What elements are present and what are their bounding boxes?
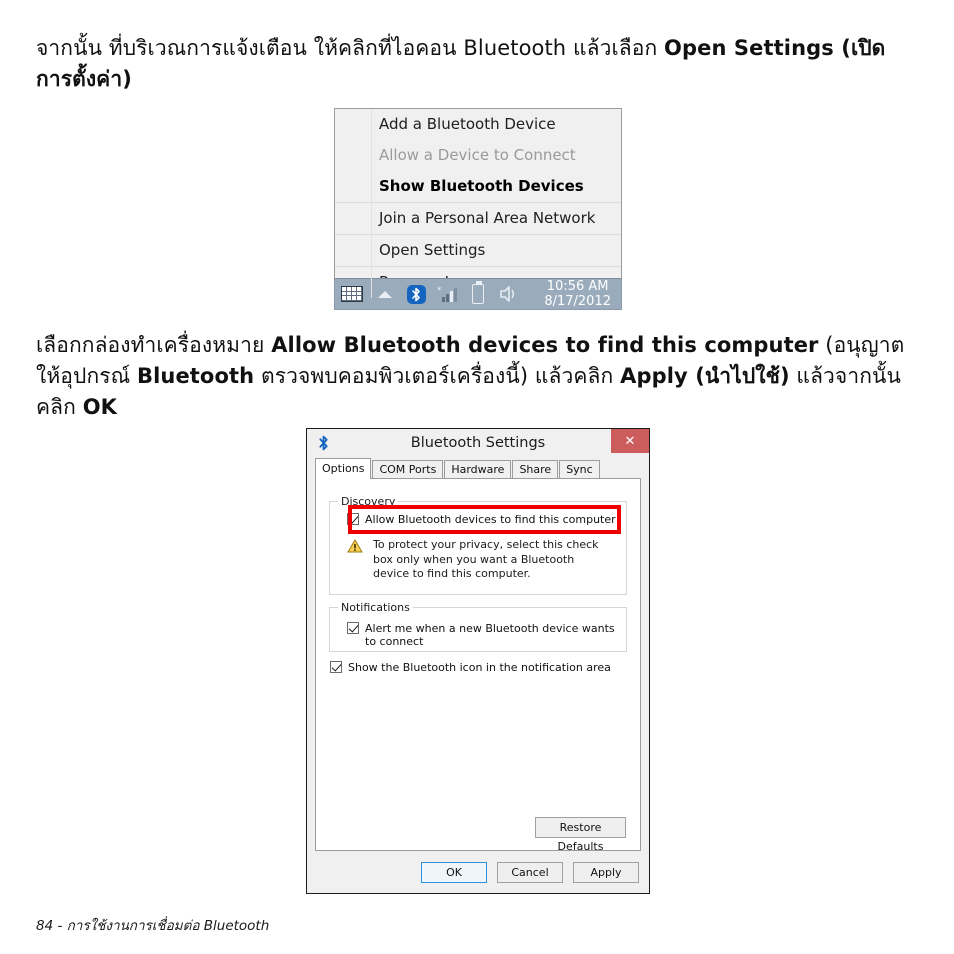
menu-item-join-personal-area-network[interactable]: Join a Personal Area Network bbox=[335, 203, 621, 234]
taskbar-clock[interactable]: 10:56 AM 8/17/2012 bbox=[544, 279, 621, 309]
notifications-group: Notifications Alert me when a new Blueto… bbox=[329, 601, 627, 652]
ok-button[interactable]: OK bbox=[421, 861, 487, 883]
menu-item-show-bluetooth-devices[interactable]: Show Bluetooth Devices bbox=[335, 171, 621, 202]
privacy-warning-text: To protect your privacy, select this che… bbox=[373, 538, 599, 580]
alert-new-device-label: Alert me when a new Bluetooth device wan… bbox=[365, 622, 615, 648]
clock-time: 10:56 AM bbox=[546, 279, 609, 294]
network-signal-icon[interactable]: * bbox=[431, 278, 463, 310]
checkbox-icon[interactable] bbox=[347, 513, 359, 525]
menu-group: Open Settings bbox=[335, 235, 621, 267]
tab-sync[interactable]: Sync bbox=[559, 460, 600, 478]
cancel-button[interactable]: Cancel bbox=[497, 861, 563, 883]
apply-button[interactable]: Apply bbox=[573, 861, 639, 883]
bluetooth-tray-context-menu[interactable]: Add a Bluetooth Device Allow a Device to… bbox=[334, 108, 622, 298]
alert-new-device-checkbox-row[interactable]: Alert me when a new Bluetooth device wan… bbox=[347, 622, 626, 648]
instruction-paragraph-2: เลือกกล่องทำเครื่องหมาย Allow Bluetooth … bbox=[36, 333, 905, 419]
svg-text:*: * bbox=[437, 286, 442, 296]
taskbar-notification-area: * 10:56 AM 8/17/2012 bbox=[334, 278, 622, 310]
menu-item-open-settings[interactable]: Open Settings bbox=[335, 235, 621, 266]
tab-share[interactable]: Share bbox=[512, 460, 559, 478]
dialog-titlebar: Bluetooth Settings ✕ bbox=[307, 429, 649, 459]
bluetooth-icon[interactable] bbox=[401, 278, 431, 310]
menu-item-allow-device-to-connect: Allow a Device to Connect bbox=[379, 146, 576, 164]
menu-group: Join a Personal Area Network bbox=[335, 203, 621, 235]
discovery-group: Discovery Allow Bluetooth devices to fin… bbox=[329, 495, 627, 595]
bluetooth-icon bbox=[315, 435, 331, 451]
instruction-paragraph-1: จากนั้น ที่บริเวณการแจ้งเตือน ให้คลิกที่… bbox=[36, 36, 886, 91]
tab-hardware[interactable]: Hardware bbox=[444, 460, 512, 478]
restore-defaults-button[interactable]: Restore Defaults bbox=[535, 817, 626, 853]
tab-options[interactable]: Options bbox=[315, 458, 372, 479]
keyboard-icon[interactable] bbox=[335, 278, 369, 310]
menu-group: Add a Bluetooth Device Allow a Device to… bbox=[335, 109, 621, 203]
warning-triangle-icon bbox=[347, 539, 363, 553]
menu-item-add-bluetooth-device[interactable]: Add a Bluetooth Device bbox=[335, 109, 621, 140]
dialog-tab-strip: Options COM Ports Hardware Share Sync bbox=[315, 458, 641, 479]
dialog-title: Bluetooth Settings bbox=[410, 435, 546, 451]
battery-icon[interactable] bbox=[463, 278, 493, 310]
clock-date: 8/17/2012 bbox=[544, 294, 611, 309]
allow-discovery-checkbox-row[interactable]: Allow Bluetooth devices to find this com… bbox=[347, 513, 616, 526]
show-tray-icon-checkbox-row[interactable]: Show the Bluetooth icon in the notificat… bbox=[330, 661, 611, 674]
bluetooth-settings-dialog: Bluetooth Settings ✕ Options COM Ports H… bbox=[306, 428, 650, 894]
tab-com-ports[interactable]: COM Ports bbox=[372, 460, 444, 478]
volume-icon[interactable] bbox=[493, 278, 523, 310]
checkbox-icon[interactable] bbox=[330, 661, 342, 673]
checkbox-icon[interactable] bbox=[347, 622, 359, 634]
privacy-warning: To protect your privacy, select this che… bbox=[347, 538, 612, 582]
allow-discovery-label: Allow Bluetooth devices to find this com… bbox=[365, 513, 616, 526]
discovery-group-label: Discovery bbox=[338, 495, 399, 508]
dialog-button-row: OK Cancel Apply bbox=[307, 851, 649, 893]
close-icon[interactable]: ✕ bbox=[611, 429, 649, 453]
options-tab-panel: Discovery Allow Bluetooth devices to fin… bbox=[315, 479, 641, 853]
chevron-up-icon[interactable] bbox=[369, 278, 401, 310]
show-tray-icon-label: Show the Bluetooth icon in the notificat… bbox=[348, 661, 611, 674]
notifications-group-label: Notifications bbox=[338, 601, 413, 614]
page-footer: 84 - การใช้งานการเชื่อมต่อ Bluetooth bbox=[36, 918, 270, 934]
